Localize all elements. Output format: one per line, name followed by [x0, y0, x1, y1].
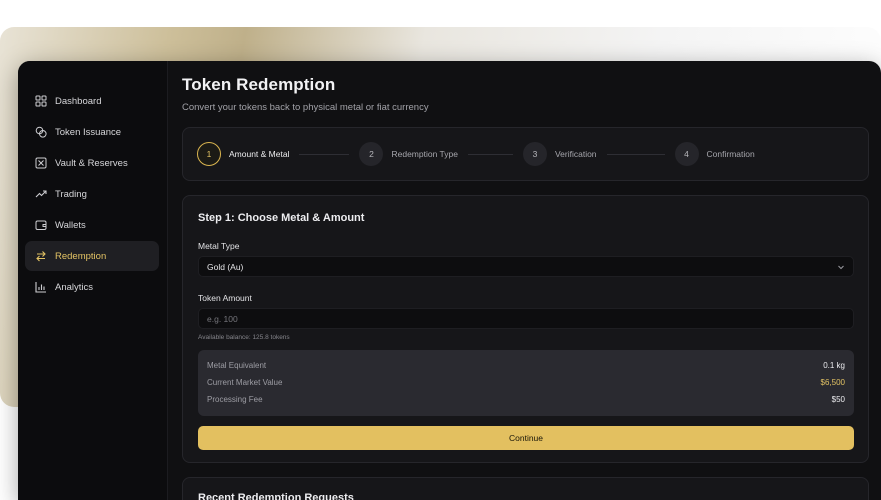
- sidebar-item-dashboard[interactable]: Dashboard: [25, 86, 159, 116]
- summary-label: Current Market Value: [207, 378, 283, 387]
- page-title: Token Redemption: [182, 75, 336, 94]
- sidebar-item-token-issuance[interactable]: Token Issuance: [25, 117, 159, 147]
- sidebar-item-label: Token Issuance: [55, 126, 122, 138]
- swap-arrows-icon: [36, 251, 46, 262]
- token-amount-input[interactable]: e.g. 100: [198, 308, 854, 329]
- step-verification[interactable]: 3 Verification: [522, 142, 597, 166]
- sidebar-item-label: Wallets: [55, 219, 86, 231]
- recent-requests-title: Recent Redemption Requests: [198, 492, 354, 500]
- step-amount-metal[interactable]: 1 Amount & Metal: [197, 142, 289, 166]
- step-connector: [606, 153, 665, 155]
- step-number: 4: [674, 142, 699, 166]
- redemption-form-card: Step 1: Choose Metal & Amount Metal Type…: [182, 195, 869, 463]
- bar-chart-icon: [35, 282, 46, 293]
- step-label: Confirmation: [706, 149, 755, 159]
- coins-icon: [35, 126, 47, 138]
- summary-label: Processing Fee: [207, 395, 263, 404]
- main-content: Token Redemption Convert your tokens bac…: [168, 61, 881, 500]
- step-connector: [467, 153, 513, 155]
- step-number: 3: [522, 142, 547, 166]
- sidebar-item-wallets[interactable]: Wallets: [25, 210, 159, 240]
- sidebar-item-trading[interactable]: Trading: [25, 179, 159, 209]
- vault-icon: [35, 157, 47, 169]
- summary-row-processing-fee: Processing Fee $50: [207, 391, 845, 408]
- sidebar-item-label: Dashboard: [55, 95, 102, 107]
- sidebar-item-label: Analytics: [55, 281, 94, 293]
- step-confirmation[interactable]: 4 Confirmation: [674, 142, 755, 166]
- sidebar-item-analytics[interactable]: Analytics: [25, 272, 159, 302]
- step-label: Amount & Metal: [229, 149, 290, 159]
- token-amount-label: Token Amount: [198, 293, 252, 303]
- metal-type-label: Metal Type: [198, 241, 240, 251]
- sidebar-item-redemption[interactable]: Redemption: [25, 241, 159, 271]
- step-redemption-type[interactable]: 2 Redemption Type: [359, 142, 458, 166]
- step-connector: [299, 153, 350, 155]
- form-title: Step 1: Choose Metal & Amount: [198, 212, 365, 224]
- token-amount-placeholder: e.g. 100: [207, 313, 238, 324]
- wallet-icon: [35, 220, 47, 230]
- summary-row-metal-equivalent: Metal Equivalent 0.1 kg: [207, 357, 845, 374]
- summary-label: Metal Equivalent: [207, 361, 267, 370]
- sidebar-item-vault-reserves[interactable]: Vault & Reserves: [25, 148, 159, 178]
- sidebar-item-label: Redemption: [55, 250, 107, 262]
- step-label: Redemption Type: [391, 149, 458, 159]
- sidebar-item-label: Vault & Reserves: [55, 157, 128, 169]
- grid-icon: [35, 95, 47, 107]
- progress-stepper: 1 Amount & Metal 2 Redemption Type 3 Ver…: [182, 127, 869, 181]
- metal-type-value: Gold (Au): [207, 261, 244, 272]
- trending-up-icon: [35, 190, 47, 198]
- app-window: Dashboard Token Issuance Vault & Reserve…: [18, 61, 881, 500]
- summary-value: $6,500: [820, 378, 845, 387]
- metal-type-select[interactable]: Gold (Au): [198, 256, 854, 277]
- step-number: 2: [359, 142, 384, 166]
- available-balance-text: Available balance: 125.8 tokens: [198, 334, 290, 341]
- step-number: 1: [197, 142, 221, 166]
- summary-value: $50: [831, 395, 845, 404]
- continue-button[interactable]: Continue: [198, 426, 854, 450]
- sidebar-item-label: Trading: [55, 188, 87, 200]
- sidebar: Dashboard Token Issuance Vault & Reserve…: [18, 61, 168, 500]
- page-subtitle: Convert your tokens back to physical met…: [182, 102, 429, 113]
- chevron-down-icon: [838, 265, 844, 269]
- redemption-summary: Metal Equivalent 0.1 kg Current Market V…: [198, 350, 854, 416]
- recent-requests-card: Recent Redemption Requests: [182, 477, 869, 500]
- summary-value: 0.1 kg: [823, 361, 845, 370]
- summary-row-market-value: Current Market Value $6,500: [207, 374, 845, 391]
- step-label: Verification: [554, 149, 597, 159]
